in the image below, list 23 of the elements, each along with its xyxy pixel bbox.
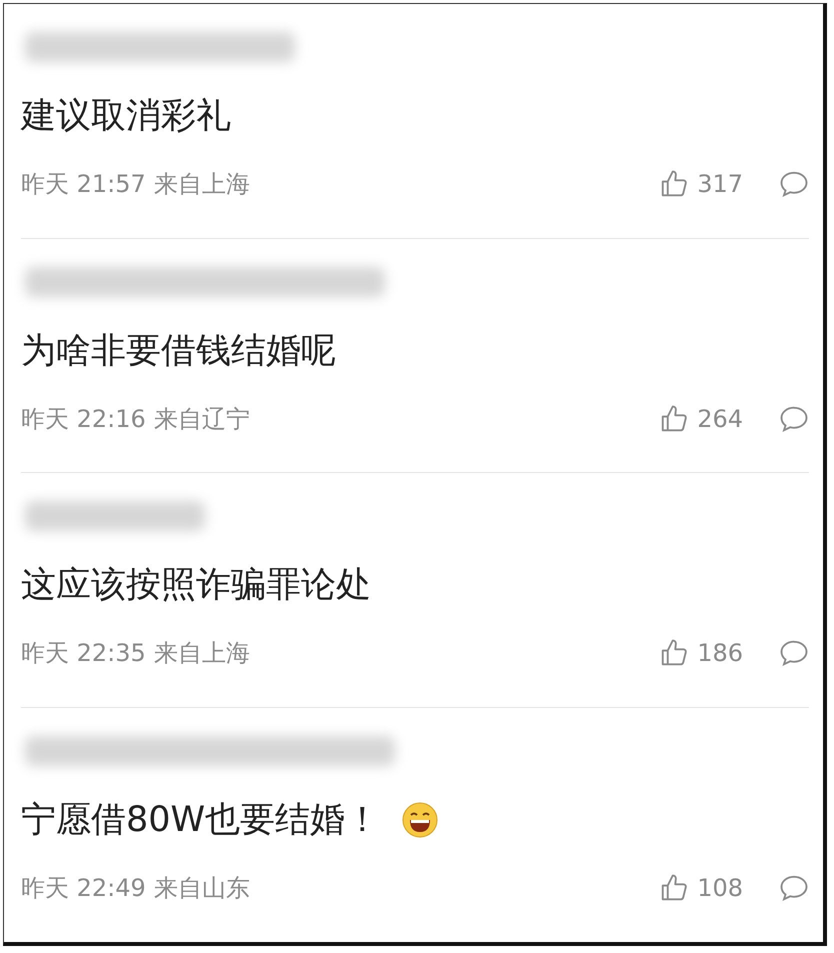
like-count: 108 bbox=[697, 874, 743, 902]
comment-location: 来自辽宁 bbox=[154, 404, 250, 435]
thumbs-up-icon bbox=[659, 872, 690, 903]
like-count: 186 bbox=[697, 639, 743, 668]
thumbs-up-icon bbox=[659, 404, 690, 434]
comment-location: 来自上海 bbox=[154, 638, 250, 670]
comment-icon[interactable] bbox=[779, 874, 809, 902]
comment-time: 昨天 21:57 bbox=[21, 169, 146, 200]
comment-time: 昨天 22:49 bbox=[21, 872, 146, 904]
comment-text: 建议取消彩礼 bbox=[21, 95, 231, 138]
comment-time: 昨天 22:35 bbox=[21, 638, 146, 670]
comment-icon[interactable] bbox=[779, 639, 809, 668]
comment-location: 来自山东 bbox=[154, 872, 250, 904]
comment-icon[interactable] bbox=[779, 404, 809, 433]
comment-text: 这应该按照诈骗罪论处 bbox=[21, 564, 371, 608]
comment-icon[interactable] bbox=[779, 170, 809, 198]
comment-text: 为啥非要借钱结婚呢 bbox=[21, 330, 336, 373]
like-count: 264 bbox=[697, 404, 743, 433]
like-count: 317 bbox=[697, 170, 743, 198]
comment-time: 昨天 22:16 bbox=[21, 404, 146, 435]
thumbs-up-icon bbox=[659, 169, 690, 199]
comment-text: 宁愿借80W也要结婚！ bbox=[21, 798, 380, 842]
comment-location: 来自上海 bbox=[154, 169, 250, 200]
